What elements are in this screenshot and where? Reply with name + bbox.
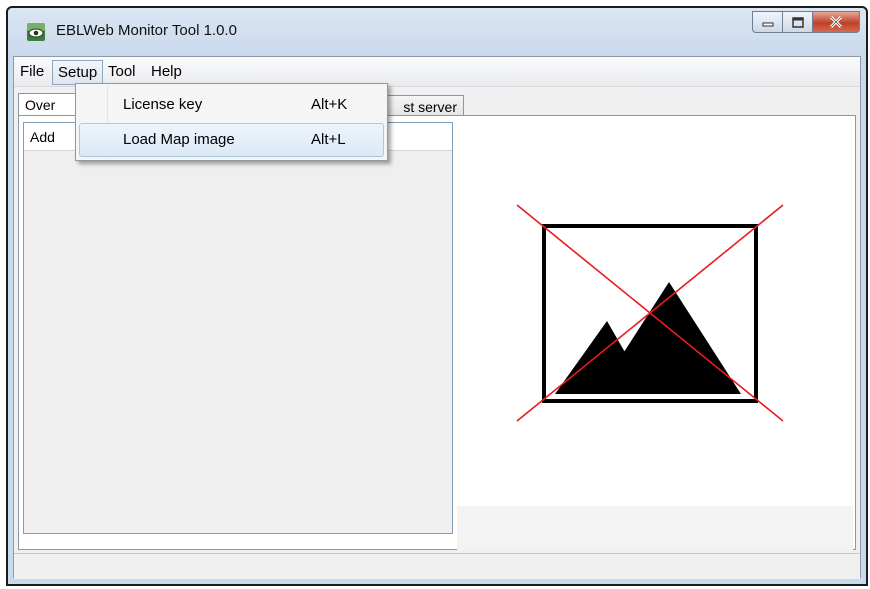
- menu-item-load-map-image[interactable]: Load Map image Alt+L: [79, 123, 384, 157]
- menu-file[interactable]: File: [20, 63, 44, 80]
- maximize-icon: [791, 16, 804, 28]
- menu-item-license-key[interactable]: License key Alt+K: [79, 88, 384, 122]
- menu-setup[interactable]: Setup: [52, 60, 104, 85]
- map-image-area: [457, 116, 853, 506]
- tab-panel: Add: [18, 115, 856, 550]
- window-controls: [752, 11, 860, 33]
- status-bar: [14, 553, 860, 579]
- list-panel[interactable]: Add: [23, 122, 453, 534]
- close-icon: [829, 16, 843, 28]
- menu-item-label: License key: [123, 96, 203, 113]
- close-button[interactable]: [812, 11, 860, 33]
- setup-dropdown-menu: License key Alt+K Load Map image Alt+L: [75, 83, 388, 161]
- map-bottom-strip: [457, 506, 853, 550]
- minimize-icon: [762, 22, 773, 27]
- menu-tool[interactable]: Tool: [108, 63, 136, 80]
- menu-item-shortcut: Alt+L: [311, 131, 346, 148]
- broken-image-icon: [516, 204, 784, 422]
- minimize-button[interactable]: [752, 11, 782, 33]
- title-bar[interactable]: EBLWeb Monitor Tool 1.0.0: [8, 8, 866, 56]
- menu-item-label: Load Map image: [123, 131, 235, 148]
- window-title: EBLWeb Monitor Tool 1.0.0: [56, 22, 237, 39]
- menu-item-shortcut: Alt+K: [311, 96, 348, 113]
- app-eye-icon: [27, 23, 45, 41]
- menu-help[interactable]: Help: [151, 63, 182, 80]
- maximize-button[interactable]: [782, 11, 812, 33]
